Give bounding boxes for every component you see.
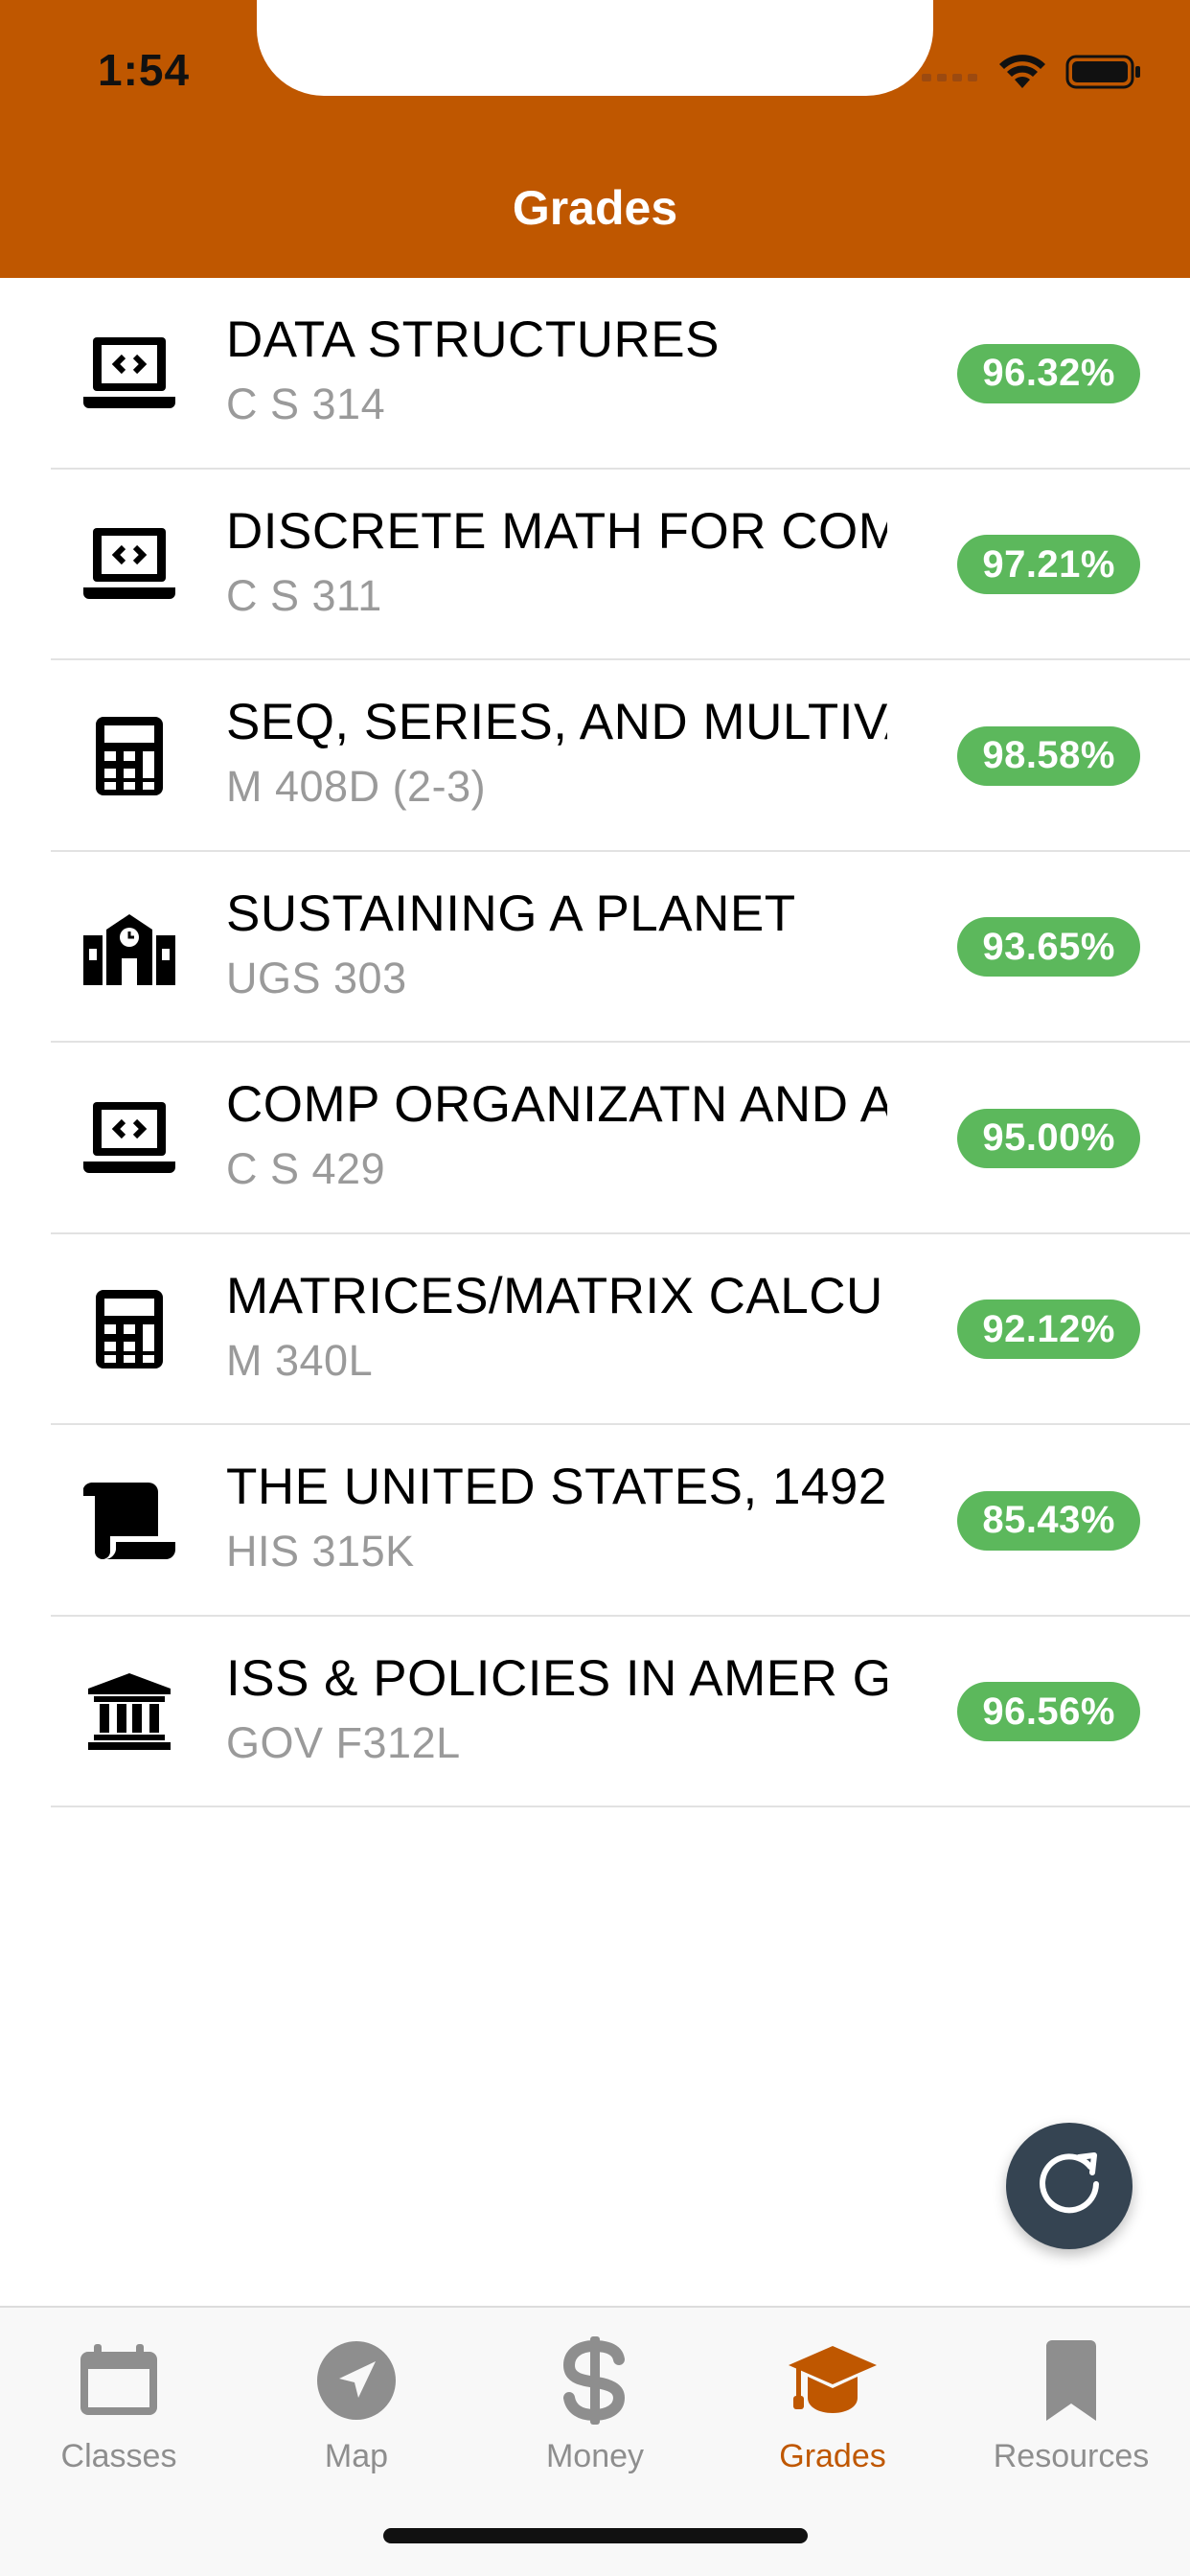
course-name: SUSTAINING A PLANET (226, 885, 796, 942)
landmark-icon (77, 1664, 182, 1760)
status-icons (922, 54, 1142, 95)
course-row[interactable]: ISS & POLICIES IN AMER GOV GOV F312L 96.… (0, 1617, 1190, 1808)
tab-label: Money (545, 2438, 645, 2474)
course-name: THE UNITED STATES, 1492-1865 (226, 1459, 887, 1515)
grade-badge: 96.56% (957, 1682, 1140, 1742)
status-time: 1:54 (98, 45, 191, 95)
grade-badge: 93.65% (957, 917, 1140, 978)
course-code: UGS 303 (226, 953, 407, 1002)
tab-money[interactable]: Money (476, 2334, 714, 2488)
course-row[interactable]: THE UNITED STATES, 1492-1865 HIS 315K 85… (0, 1425, 1190, 1617)
tab-label: Map (324, 2438, 389, 2474)
laptop-code-icon (77, 517, 182, 612)
course-code: HIS 315K (226, 1527, 415, 1576)
school-icon (77, 899, 182, 995)
grade-badge: 92.12% (957, 1300, 1140, 1360)
course-row[interactable]: SEQ, SERIES, AND MULTIVARIABLE CALC M 40… (0, 660, 1190, 852)
device-notch (257, 0, 933, 96)
tab-map[interactable]: Map (238, 2334, 475, 2488)
grade-badge: 85.43% (957, 1490, 1140, 1551)
course-name: SEQ, SERIES, AND MULTIVARIABLE CALC (226, 694, 887, 750)
course-code: C S 314 (226, 380, 386, 428)
scroll-icon (77, 1473, 182, 1569)
home-indicator[interactable] (383, 2528, 808, 2543)
laptop-code-icon (77, 1091, 182, 1186)
grade-badge: 97.21% (957, 535, 1140, 595)
course-name: ISS & POLICIES IN AMER GOV (226, 1649, 887, 1707)
course-code: C S 429 (226, 1144, 386, 1193)
course-name: MATRICES/MATRIX CALCULATIONS (226, 1267, 887, 1324)
refresh-icon (1031, 2146, 1108, 2227)
course-code: C S 311 (226, 570, 382, 620)
grade-badge: 96.32% (957, 343, 1140, 403)
course-code: M 340L (226, 1335, 374, 1385)
dollar-icon (547, 2334, 643, 2426)
course-row[interactable]: DATA STRUCTURES C S 314 96.32% (0, 278, 1190, 470)
grades-list: DATA STRUCTURES C S 314 96.32% DISCRETE … (0, 278, 1190, 1807)
calendar-icon (71, 2334, 167, 2426)
wifi-icon (998, 54, 1046, 95)
tab-resources[interactable]: Resources (952, 2334, 1190, 2488)
signal-icon (922, 62, 979, 86)
calculator-icon (77, 708, 182, 804)
tab-label: Resources (993, 2438, 1150, 2474)
course-row[interactable]: DISCRETE MATH FOR COMPUTER SCIENCE C S 3… (0, 470, 1190, 661)
bookmark-icon (1023, 2334, 1119, 2426)
graduation-cap-icon (785, 2334, 881, 2426)
tab-classes[interactable]: Classes (0, 2334, 238, 2488)
laptop-code-icon (77, 326, 182, 422)
navigation-header: 1:54 Grades (0, 0, 1190, 278)
course-code: GOV F312L (226, 1717, 461, 1767)
refresh-button[interactable] (1006, 2123, 1133, 2249)
tab-label: Grades (779, 2438, 886, 2474)
course-name: COMP ORGANIZATN AND ARCHITECTURE (226, 1076, 887, 1133)
tab-label: Classes (60, 2438, 177, 2474)
grade-badge: 95.00% (957, 1108, 1140, 1168)
grade-badge: 98.58% (957, 725, 1140, 786)
course-code: M 408D (2-3) (226, 762, 487, 811)
course-row[interactable]: MATRICES/MATRIX CALCULATIONS M 340L 92.1… (0, 1234, 1190, 1426)
tab-grades[interactable]: Grades (714, 2334, 951, 2488)
battery-icon (1065, 54, 1142, 95)
course-name: DATA STRUCTURES (226, 311, 720, 368)
course-row[interactable]: COMP ORGANIZATN AND ARCHITECTURE C S 429… (0, 1043, 1190, 1234)
page-title: Grades (512, 181, 678, 235)
course-name: DISCRETE MATH FOR COMPUTER SCIENCE (226, 502, 887, 560)
course-row[interactable]: SUSTAINING A PLANET UGS 303 93.65% (0, 852, 1190, 1044)
location-arrow-icon (309, 2334, 404, 2426)
calculator-icon (77, 1281, 182, 1377)
